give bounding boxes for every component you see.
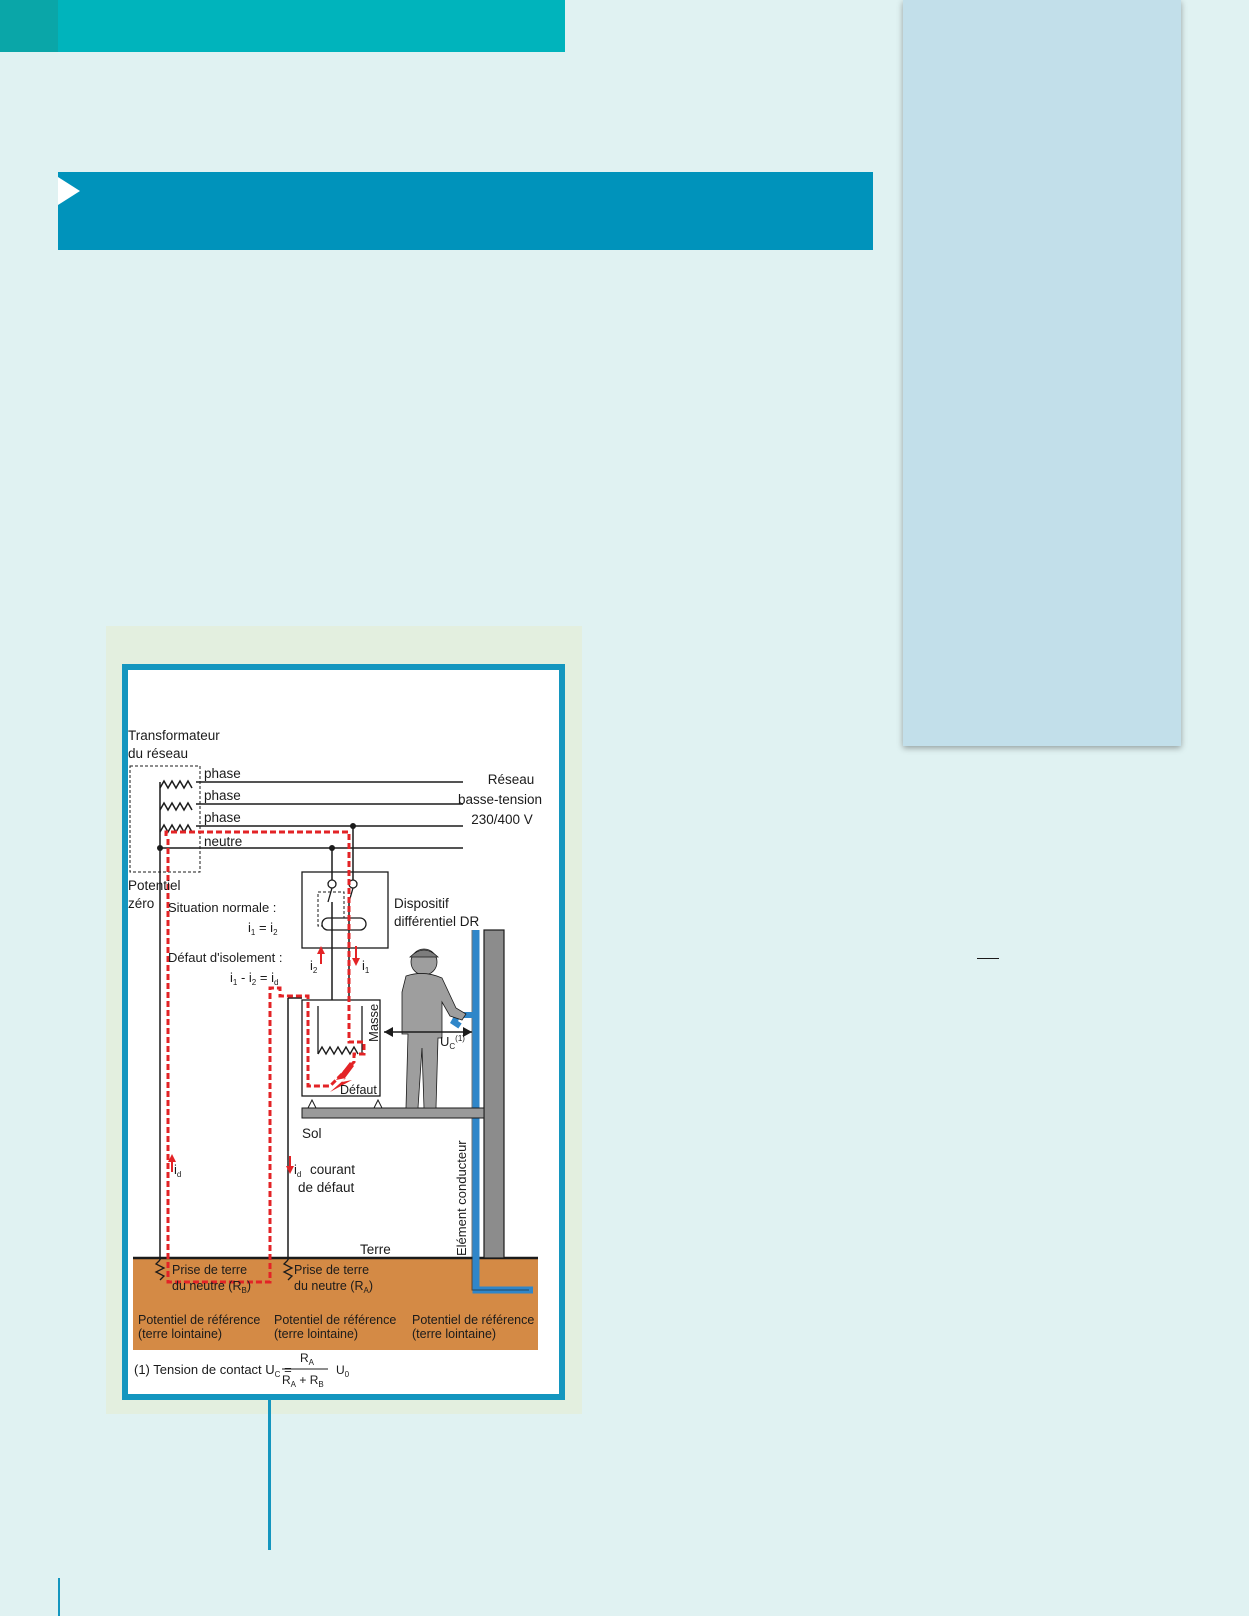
id-label-right: id [294, 1162, 301, 1179]
earth-label: Terre [360, 1242, 391, 1257]
normal-situation-label: Situation normale : [168, 900, 276, 915]
header-band-accent [0, 0, 58, 52]
contact-icon [327, 879, 337, 889]
winding-icon [159, 779, 193, 790]
header-band [0, 0, 565, 52]
floor-label: Sol [302, 1126, 322, 1141]
network-label-2: basse-tension [458, 792, 542, 807]
fault-equation: i1 - i2 = id [230, 970, 278, 987]
toroid-icon [321, 917, 367, 931]
ref-potential-1-line-1: Potentiel de référence [138, 1313, 260, 1327]
sidebar-panel [903, 0, 1181, 746]
insulation-fault-label: Défaut d'isolement : [168, 950, 283, 965]
id-label-left: id [174, 1162, 181, 1179]
figure-frame: Transformateur du réseau phase phase pha… [122, 664, 565, 1400]
i1-label: i1 [362, 958, 370, 975]
earth-electrode-right-1: Prise de terre [294, 1263, 369, 1277]
section-arrow-icon [58, 177, 80, 205]
ref-potential-3-line-1: Potentiel de référence [412, 1313, 534, 1327]
phase-label-2: phase [204, 788, 241, 803]
mass-label: Masse [366, 1004, 381, 1042]
ref-potential-3-line-2: (terre lointaine) [412, 1327, 496, 1341]
floor-feet [307, 1098, 383, 1109]
earth-electrode-left-2: du neutre (RB) [172, 1279, 251, 1295]
fraction-multiplier: U0 [336, 1363, 350, 1379]
sidebar-dash [977, 958, 999, 959]
conductive-element-label: Elément conducteur [454, 1140, 469, 1256]
earth-electrode-right-2: du neutre (RA) [294, 1279, 373, 1295]
winding-icon [159, 801, 193, 812]
person-silhouette [401, 948, 467, 1109]
figure-leader-line [268, 1400, 271, 1550]
transformer-label-1: Transformateur [128, 728, 220, 743]
neutral-label: neutre [204, 834, 242, 849]
uc-label: UC(1) [440, 1034, 465, 1051]
floor-slab [301, 1107, 485, 1119]
i2-label: i2 [310, 958, 318, 975]
ref-potential-1-line-2: (terre lointaine) [138, 1327, 222, 1341]
potential-zero-2: zéro [128, 896, 154, 911]
ref-potential-2-line-2: (terre lointaine) [274, 1327, 358, 1341]
normal-equation: i1 = i2 [248, 920, 278, 937]
network-label-3: 230/400 V [471, 812, 533, 827]
phase-label-3: phase [204, 810, 241, 825]
device-label-2: différentiel DR [394, 914, 480, 929]
electrical-diagram: Transformateur du réseau phase phase pha… [128, 728, 542, 1389]
transformer-label-2: du réseau [128, 746, 188, 761]
fault-current-label-2: de défaut [298, 1180, 355, 1195]
fraction-denominator: RA + RB [282, 1373, 324, 1389]
fraction-numerator: RA [300, 1351, 315, 1367]
fault-label: Défaut [340, 1083, 377, 1097]
network-label-1: Réseau [488, 772, 535, 787]
phase-label-1: phase [204, 766, 241, 781]
conductive-wall [483, 929, 505, 1259]
potential-zero-1: Potentiel [128, 878, 181, 893]
device-label-1: Dispositif [394, 896, 449, 911]
section-title-band [58, 172, 873, 250]
footnote-text: (1) Tension de contact UC = [134, 1362, 292, 1379]
ref-potential-2-line-1: Potentiel de référence [274, 1313, 396, 1327]
residual-current-device [301, 871, 389, 949]
fault-current-label-1: courant [310, 1162, 355, 1177]
page-margin-mark [58, 1578, 60, 1616]
earth-electrode-left-1: Prise de terre [172, 1263, 247, 1277]
